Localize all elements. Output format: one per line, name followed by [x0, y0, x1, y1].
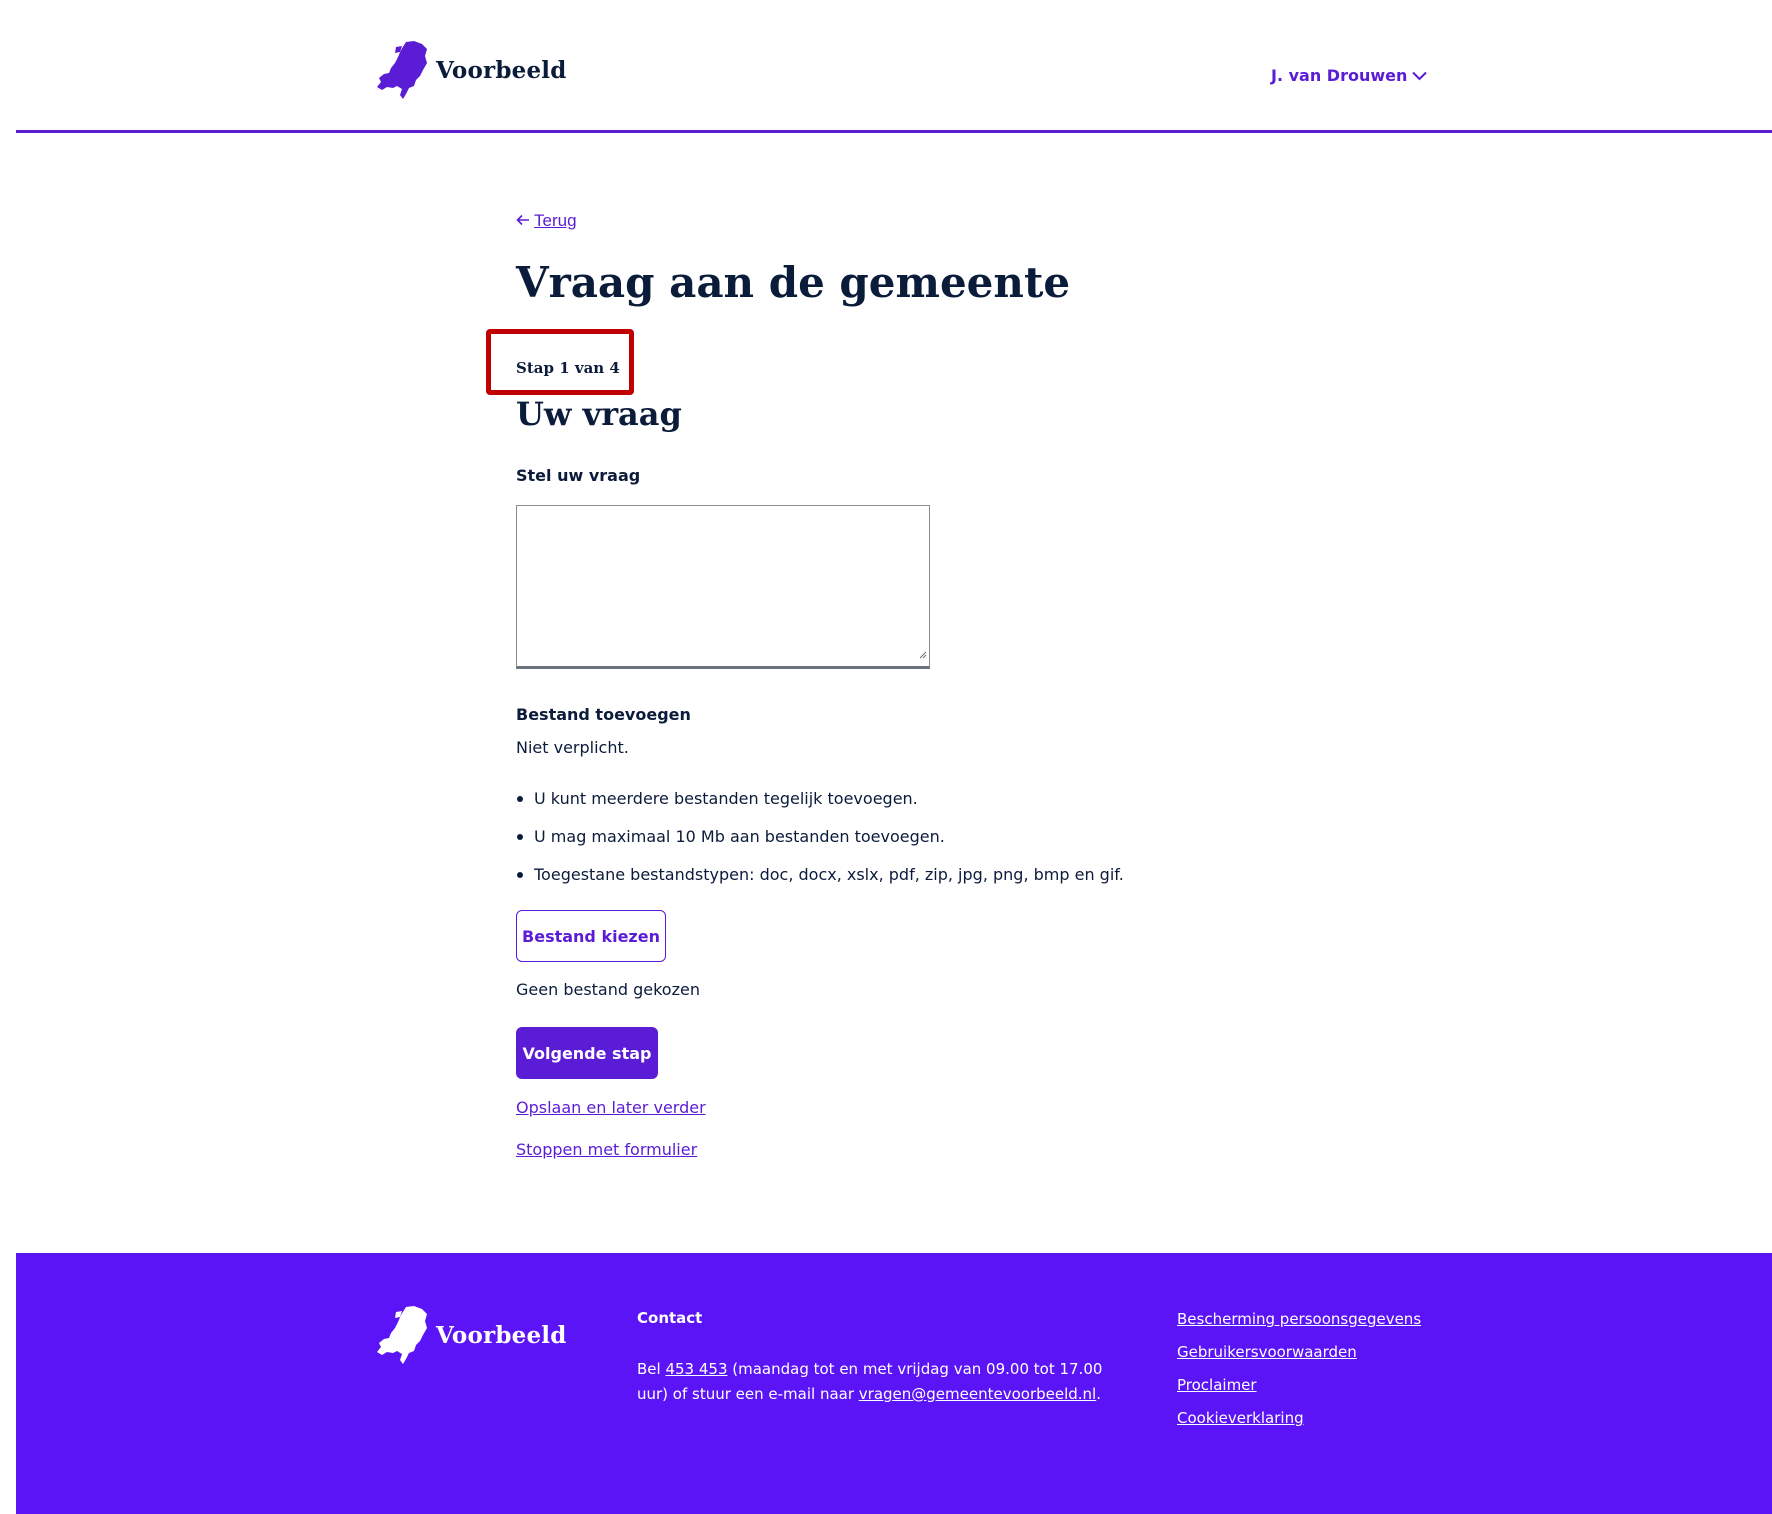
- logo-text: Voorbeeld: [436, 56, 567, 84]
- section-title: Uw vraag: [516, 395, 682, 433]
- back-link[interactable]: Terug: [516, 211, 577, 231]
- no-file-text: Geen bestand gekozen: [516, 980, 700, 999]
- phone-link[interactable]: 453 453: [665, 1360, 727, 1378]
- email-link[interactable]: vragen@gemeentevoorbeeld.nl: [859, 1385, 1096, 1403]
- arrow-left-icon: [516, 211, 530, 231]
- page: Voorbeeld J. van Drouwen Terug Vraag aan…: [16, 0, 1772, 1514]
- footer-links: Bescherming persoonsgegevens Gebruikersv…: [1177, 1309, 1421, 1429]
- netherlands-map-icon: [376, 40, 428, 100]
- list-item: U mag maximaal 10 Mb aan bestanden toevo…: [516, 818, 1124, 856]
- contact-suffix: .: [1096, 1385, 1101, 1403]
- upload-hint: Niet verplicht.: [516, 738, 629, 757]
- question-textarea[interactable]: [516, 505, 930, 669]
- footer-link-proclaimer[interactable]: Proclaimer: [1177, 1375, 1421, 1396]
- site-header: Voorbeeld J. van Drouwen: [16, 0, 1772, 133]
- resize-handle-icon[interactable]: [917, 646, 927, 664]
- save-later-link[interactable]: Opslaan en later verder: [516, 1098, 706, 1117]
- contact-prefix: Bel: [637, 1360, 666, 1378]
- list-item: U kunt meerdere bestanden tegelijk toevo…: [516, 780, 1124, 818]
- footer-logo[interactable]: Voorbeeld: [376, 1305, 567, 1365]
- user-menu[interactable]: J. van Drouwen: [1271, 66, 1428, 85]
- chevron-down-icon: [1412, 71, 1428, 81]
- contact-title: Contact: [637, 1309, 703, 1327]
- list-item: Toegestane bestandstypen: doc, docx, xsl…: [516, 856, 1124, 894]
- user-name: J. van Drouwen: [1271, 66, 1408, 85]
- footer-link-cookies[interactable]: Cookieverklaring: [1177, 1408, 1421, 1429]
- question-label: Stel uw vraag: [516, 466, 641, 485]
- page-title: Vraag aan de gemeente: [516, 258, 1071, 307]
- footer-logo-text: Voorbeeld: [436, 1321, 567, 1349]
- footer-contact: Contact Bel 453 453 (maandag tot en met …: [637, 1309, 1107, 1407]
- step-indicator: Stap 1 van 4: [516, 359, 620, 377]
- stop-form-link[interactable]: Stoppen met formulier: [516, 1140, 697, 1159]
- netherlands-map-icon: [376, 1305, 428, 1365]
- footer-link-privacy[interactable]: Bescherming persoonsgegevens: [1177, 1309, 1421, 1330]
- next-step-button[interactable]: Volgende stap: [516, 1027, 658, 1079]
- footer-link-terms[interactable]: Gebruikersvoorwaarden: [1177, 1342, 1421, 1363]
- upload-title: Bestand toevoegen: [516, 705, 691, 724]
- choose-file-button[interactable]: Bestand kiezen: [516, 910, 666, 962]
- back-label: Terug: [534, 211, 577, 230]
- logo[interactable]: Voorbeeld: [376, 40, 567, 100]
- site-footer: Voorbeeld Contact Bel 453 453 (maandag t…: [16, 1253, 1772, 1514]
- contact-text: Bel 453 453 (maandag tot en met vrijdag …: [637, 1357, 1107, 1407]
- upload-rules-list: U kunt meerdere bestanden tegelijk toevo…: [516, 780, 1124, 894]
